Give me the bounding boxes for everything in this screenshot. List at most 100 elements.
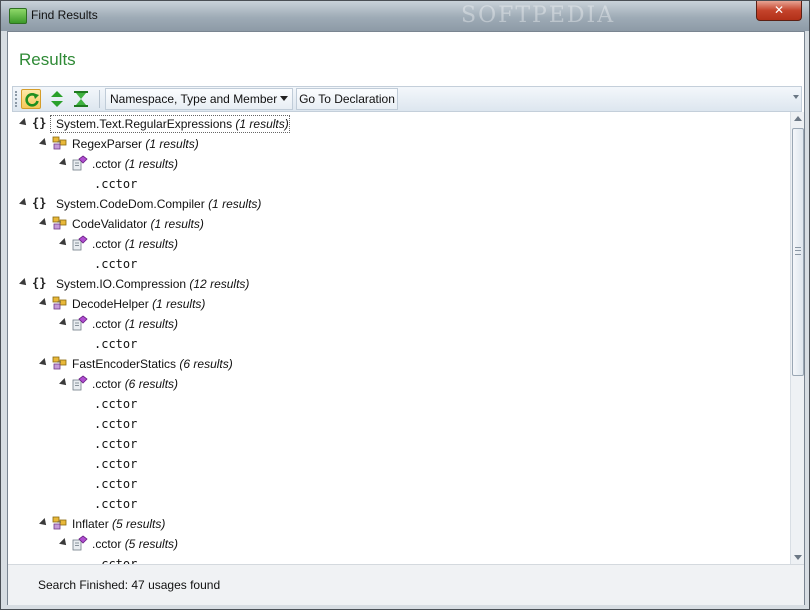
tree-item-label: FastEncoderStatics (6 results) xyxy=(72,357,233,371)
title-bar[interactable]: Find Results SOFTPEDIA ✕ xyxy=(1,1,809,31)
page-title: Results xyxy=(19,50,76,69)
go-to-declaration-button[interactable]: Go To Declaration xyxy=(296,88,398,110)
tree-item-label: RegexParser (1 results) xyxy=(72,137,199,151)
usage-leaf-item[interactable]: .cctor xyxy=(94,257,137,271)
result-count: (1 results) xyxy=(124,157,179,171)
tree-item-label: .cctor (1 results) xyxy=(92,237,178,251)
result-count: (12 results) xyxy=(189,277,250,291)
item-name: DecodeHelper xyxy=(72,297,149,311)
item-name: .cctor xyxy=(92,317,122,331)
toolbar-separator xyxy=(99,90,100,108)
item-name: FastEncoderStatics xyxy=(72,357,177,371)
expand-toggle-icon[interactable] xyxy=(59,378,69,388)
result-count: (1 results) xyxy=(152,297,206,311)
usage-leaf-item[interactable]: .cctor xyxy=(94,477,137,491)
item-name: System.IO.Compression xyxy=(56,277,187,291)
result-count: (6 results) xyxy=(179,357,233,371)
tree-item-label: .cctor (6 results) xyxy=(92,377,178,391)
usage-leaf-item[interactable]: .cctor xyxy=(94,557,137,564)
namespace-icon: {} xyxy=(32,116,47,130)
group-by-value: Namespace, Type and Member xyxy=(110,92,278,106)
toolbar: Namespace, Type and Member Go To Declara… xyxy=(12,86,802,112)
tree-item-label: .cctor (1 results) xyxy=(92,317,178,331)
vertical-scrollbar[interactable] xyxy=(790,112,804,564)
status-text: Search Finished: 47 usages found xyxy=(38,578,221,592)
class-icon xyxy=(52,516,67,530)
usage-leaf-item[interactable]: .cctor xyxy=(94,397,137,411)
method-icon xyxy=(72,315,88,331)
grip-icon xyxy=(795,247,801,255)
expand-toggle-icon[interactable] xyxy=(19,198,29,208)
expand-toggle-icon[interactable] xyxy=(59,158,69,168)
item-name: .cctor xyxy=(92,157,122,171)
class-icon xyxy=(52,296,67,310)
method-icon xyxy=(72,235,88,251)
tree-item-label: Inflater (5 results) xyxy=(72,517,165,531)
item-name: System.CodeDom.Compiler xyxy=(56,197,205,211)
result-count: (1 results) xyxy=(124,317,179,331)
scroll-up-icon[interactable] xyxy=(794,116,802,121)
expand-toggle-icon[interactable] xyxy=(19,278,29,288)
item-name: .cctor xyxy=(92,237,122,251)
expand-toggle-icon[interactable] xyxy=(39,358,49,368)
expand-toggle-icon[interactable] xyxy=(59,238,69,248)
expand-toggle-icon[interactable] xyxy=(39,518,49,528)
results-header: Results xyxy=(8,32,804,84)
refresh-icon xyxy=(25,93,39,107)
usage-leaf-item[interactable]: .cctor xyxy=(94,177,137,191)
expand-collapse-button[interactable] xyxy=(47,89,67,109)
watermark-logo: SOFTPEDIA xyxy=(461,3,616,28)
expand-collapse-icon xyxy=(51,91,63,107)
result-count: (1 results) xyxy=(150,217,204,231)
focus-rectangle xyxy=(50,115,290,133)
result-count: (5 results) xyxy=(124,537,179,551)
result-count: (5 results) xyxy=(112,517,166,531)
result-count: (1 results) xyxy=(145,137,199,151)
results-tree[interactable]: {} System.Text.RegularExpressions (1 resu… xyxy=(8,112,790,564)
expand-toggle-icon[interactable] xyxy=(39,218,49,228)
expand-toggle-icon[interactable] xyxy=(59,318,69,328)
tree-item-label: CodeValidator (1 results) xyxy=(72,217,204,231)
scrollbar-thumb[interactable] xyxy=(792,128,804,376)
item-name: .cctor xyxy=(92,537,122,551)
toolbar-overflow-icon[interactable] xyxy=(793,95,799,99)
result-count: (1 results) xyxy=(124,237,179,251)
chevron-down-icon xyxy=(280,96,288,101)
tree-item-label: .cctor (1 results) xyxy=(92,157,178,171)
method-icon xyxy=(72,535,88,551)
app-icon xyxy=(9,8,27,24)
usage-leaf-item[interactable]: .cctor xyxy=(94,417,137,431)
class-icon xyxy=(52,216,67,230)
class-icon xyxy=(52,136,67,150)
tree-item-label: System.CodeDom.Compiler (1 results) xyxy=(56,197,261,211)
group-by-dropdown[interactable]: Namespace, Type and Member xyxy=(105,88,293,110)
scroll-down-icon[interactable] xyxy=(794,555,802,560)
item-name: CodeValidator xyxy=(72,217,148,231)
item-name: .cctor xyxy=(92,377,122,391)
usage-leaf-item[interactable]: .cctor xyxy=(94,497,137,511)
client-area: Results Namespace, Type and Member Go To… xyxy=(7,31,805,605)
toolbar-grip[interactable] xyxy=(15,91,19,107)
tree-item-label: .cctor (5 results) xyxy=(92,537,178,551)
method-icon xyxy=(72,375,88,391)
usage-leaf-item[interactable]: .cctor xyxy=(94,437,137,451)
close-button[interactable]: ✕ xyxy=(756,1,802,21)
item-name: Inflater xyxy=(72,517,109,531)
expand-toggle-icon[interactable] xyxy=(39,138,49,148)
namespace-icon: {} xyxy=(32,276,47,290)
method-icon xyxy=(72,155,88,171)
refresh-button[interactable] xyxy=(21,89,41,109)
expand-toggle-icon[interactable] xyxy=(19,118,29,128)
item-name: RegexParser xyxy=(72,137,143,151)
result-count: (1 results) xyxy=(208,197,262,211)
result-count: (6 results) xyxy=(124,377,179,391)
hourglass-button[interactable] xyxy=(71,89,91,109)
namespace-icon: {} xyxy=(32,196,47,210)
expand-toggle-icon[interactable] xyxy=(39,298,49,308)
usage-leaf-item[interactable]: .cctor xyxy=(94,337,137,351)
expand-toggle-icon[interactable] xyxy=(59,538,69,548)
status-bar: Search Finished: 47 usages found xyxy=(8,564,804,605)
tree-item-label: DecodeHelper (1 results) xyxy=(72,297,205,311)
hourglass-icon xyxy=(74,91,88,107)
usage-leaf-item[interactable]: .cctor xyxy=(94,457,137,471)
